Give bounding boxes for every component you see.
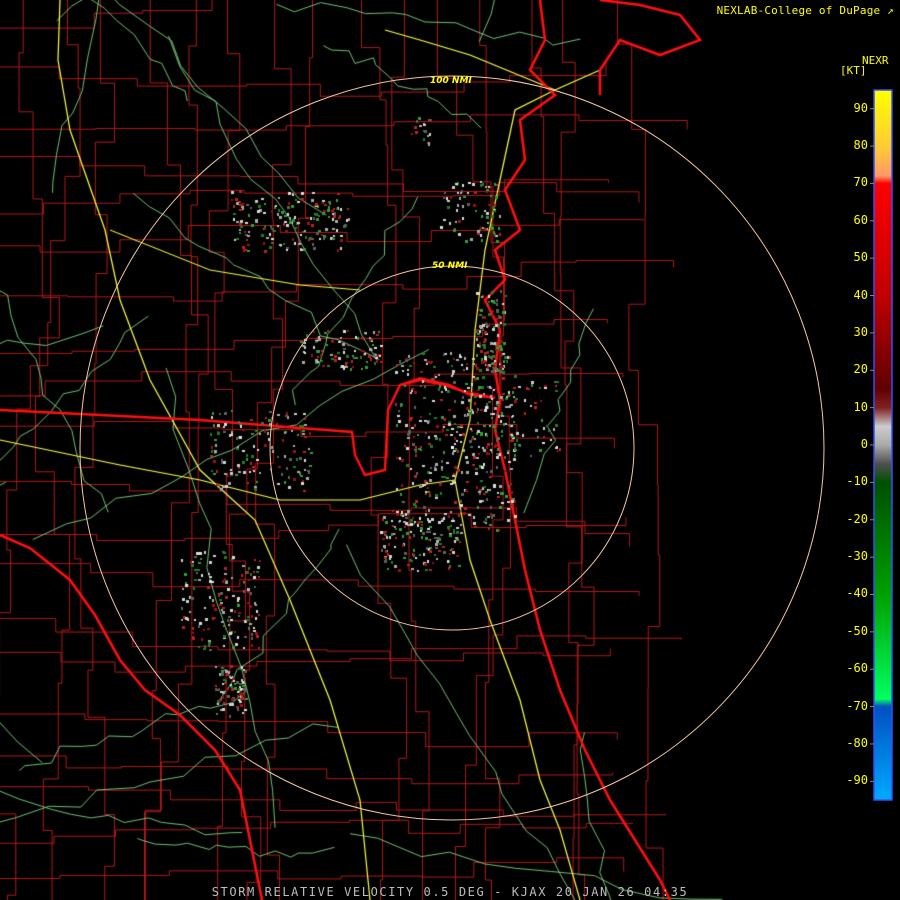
legend-tick: 60 — [853, 212, 868, 227]
legend-units-label: [KT] — [840, 64, 867, 77]
legend-tick: 40 — [853, 287, 868, 302]
legend-tick: 50 — [853, 250, 868, 265]
range-ring-label-50: 50 NMI — [432, 261, 468, 271]
legend-color-bar — [873, 89, 893, 801]
product-title: STORM RELATIVE VELOCITY 0.5 DEG - KJAX 2… — [211, 885, 689, 899]
map-overlay: 100 NMI 50 NMI — [79, 75, 893, 821]
credit-text: NEXLAB-College of DuPage — [716, 4, 881, 17]
legend-tick: 0 — [860, 437, 868, 451]
legend-tick: 30 — [853, 324, 868, 339]
legend-tick: -30 — [846, 549, 868, 564]
legend-tick: 80 — [853, 138, 868, 153]
range-ring-50nmi — [269, 265, 635, 631]
legend-tick: -70 — [846, 698, 868, 713]
range-ring-label-100: 100 NMI — [430, 76, 472, 86]
legend-tick: -20 — [846, 511, 868, 526]
legend-tick: -50 — [846, 623, 868, 638]
velocity-color-scale — [870, 89, 893, 801]
legend-tick: -40 — [846, 586, 868, 601]
legend-tick: 10 — [853, 399, 868, 414]
legend-tick: 90 — [853, 100, 868, 115]
legend-tick: -90 — [846, 773, 868, 788]
legend-tick: 20 — [853, 362, 868, 377]
legend-tick: -80 — [846, 735, 868, 750]
external-link-icon: ↗ — [887, 4, 894, 17]
legend-tick: -10 — [846, 474, 868, 489]
legend-tick: -60 — [846, 661, 868, 676]
range-ring-100nmi — [79, 75, 825, 821]
legend-tick: 70 — [853, 175, 868, 190]
credit-label[interactable]: NEXLAB-College of DuPage ↗ — [717, 4, 894, 17]
